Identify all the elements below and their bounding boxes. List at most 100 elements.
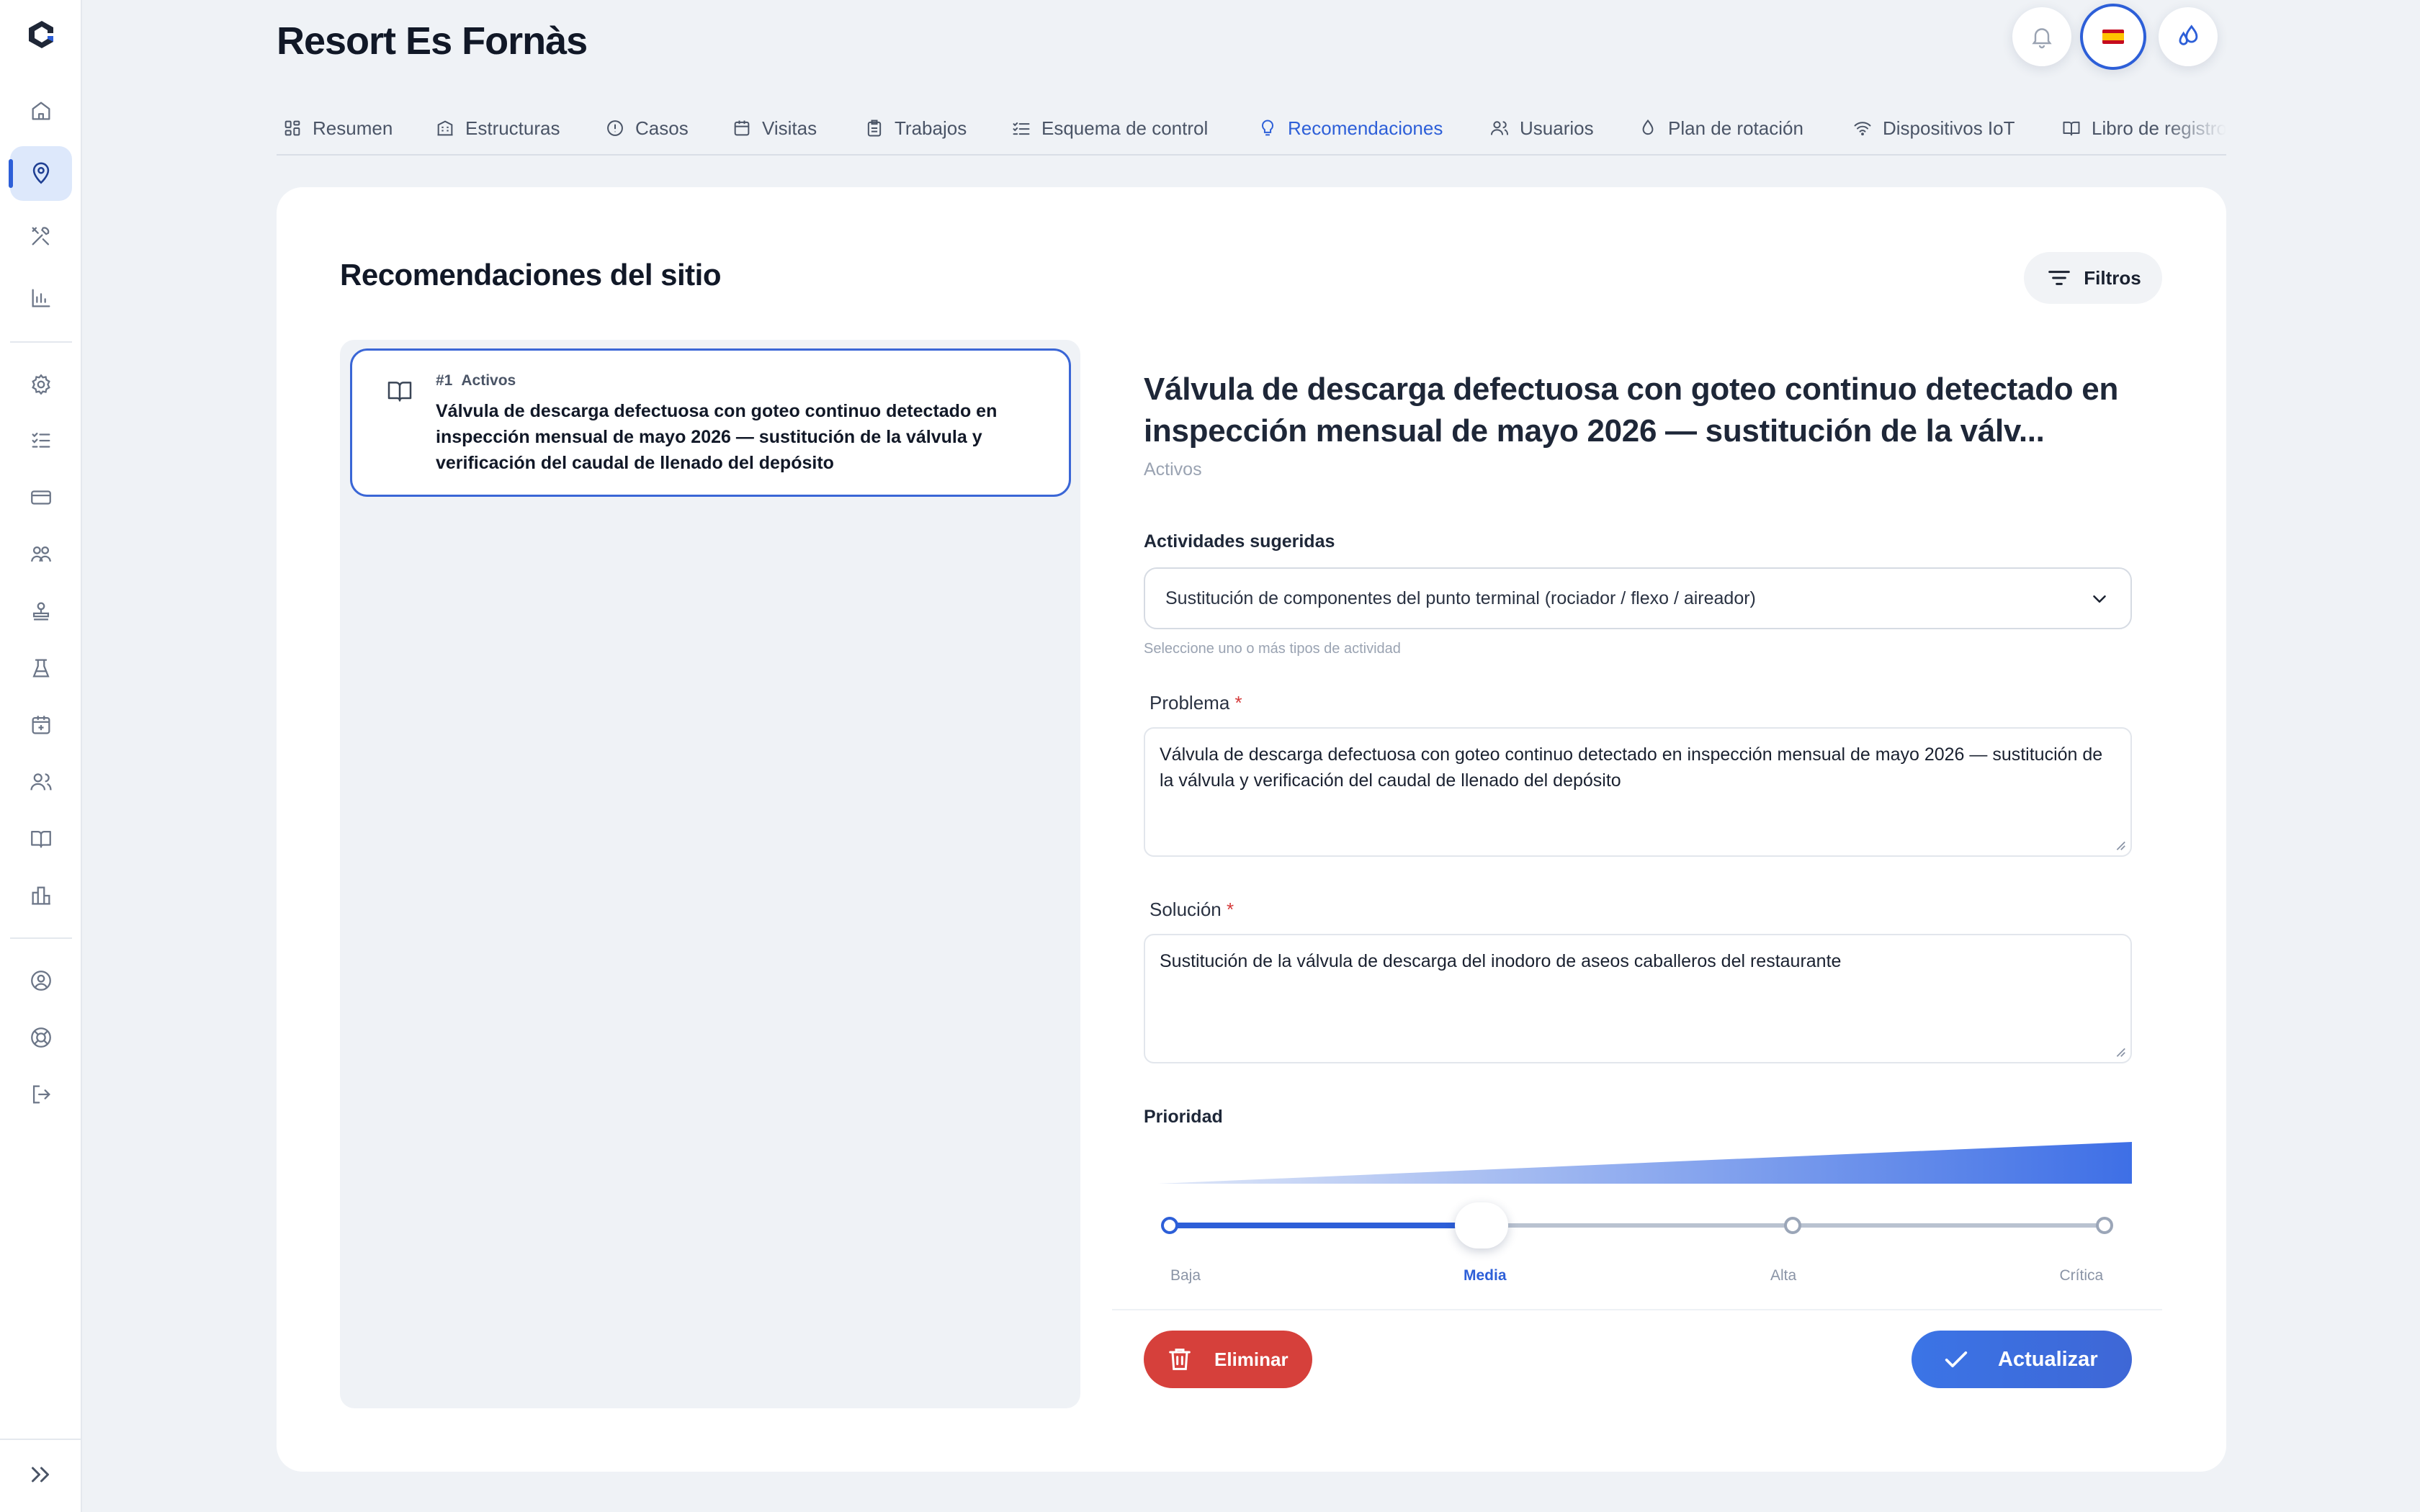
sidebar-item-approvals[interactable]: [10, 584, 72, 639]
tab-label: Usuarios: [1520, 117, 1594, 139]
book-icon: [31, 830, 51, 848]
lightbulb-icon: [1262, 120, 1273, 136]
recommendations-list: [340, 340, 1080, 1408]
recommendation-item[interactable]: #1 Activos Válvula de descarga defectuosa…: [350, 348, 1071, 497]
recommendation-text: Válvula de descarga defectuosa con goteo…: [436, 401, 998, 473]
actions-divider: [1112, 1309, 2162, 1310]
tools-icon: [32, 227, 50, 246]
priority-slider-fill: [1168, 1223, 1482, 1228]
update-button[interactable]: Actualizar: [1912, 1331, 2132, 1388]
tab-recomendaciones[interactable]: Recomendaciones: [1258, 101, 1443, 154]
tab-esquema-de-control[interactable]: Esquema de control: [1011, 101, 1209, 154]
priority-slider-thumb[interactable]: [1454, 1202, 1508, 1248]
tab-label: Visitas: [762, 117, 817, 139]
users-icon: [30, 773, 52, 791]
clipboard-icon: [867, 120, 882, 137]
app-logo[interactable]: [26, 19, 58, 50]
calendar-plus-icon: [32, 716, 50, 734]
filter-lines-icon: [2048, 271, 2071, 285]
team-icon: [31, 546, 51, 562]
activities-hint: Seleccione uno o más tipos de actividad: [1144, 641, 1401, 657]
priority-label-critica: Crítica: [2059, 1267, 2104, 1284]
activities-select[interactable]: Sustitución de componentes del punto ter…: [1144, 567, 2132, 629]
required-mark: *: [1234, 692, 1242, 714]
bell-icon: [2032, 28, 2052, 49]
priority-label-media: Media: [1464, 1267, 1507, 1284]
activities-selected-value: Sustitución de componentes del punto ter…: [1165, 588, 1756, 608]
lifebuoy-icon: [31, 1027, 51, 1048]
sidebar-divider: [10, 341, 72, 343]
check-icon: [1945, 1351, 1968, 1367]
sidebar-item-settings[interactable]: [10, 357, 72, 412]
water-app-button[interactable]: [2159, 7, 2218, 66]
priority-label-alta: Alta: [1770, 1267, 1797, 1284]
detail-title: Válvula de descarga defectuosa con goteo…: [1144, 372, 2119, 449]
tab-usuarios[interactable]: Usuarios: [1489, 101, 1594, 154]
tab-casos[interactable]: Casos: [605, 101, 689, 154]
sidebar-item-lab[interactable]: [10, 641, 72, 696]
logout-icon: [32, 1085, 50, 1104]
site-title: Resort Es Fornàs: [277, 19, 588, 63]
wifi-icon: [1854, 122, 1871, 136]
language-button[interactable]: [2080, 4, 2146, 70]
spain-flag-icon: [2102, 30, 2124, 44]
tab-label: Recomendaciones: [1288, 117, 1443, 139]
priority-stop-critica[interactable]: [2096, 1217, 2113, 1234]
activities-label: Actividades sugeridas: [1144, 531, 1335, 552]
tab-dispositivos-iot[interactable]: Dispositivos IoT: [1852, 101, 2015, 154]
user-circle-icon: [31, 971, 51, 991]
checklist-icon: [32, 432, 50, 448]
problem-textarea[interactable]: Válvula de descarga defectuosa con goteo…: [1144, 727, 2132, 857]
map-pin-icon: [32, 162, 50, 184]
solution-label-text: Solución: [1150, 899, 1222, 920]
sidebar-item-docs[interactable]: [10, 811, 72, 866]
resize-grip-icon[interactable]: [2113, 838, 2126, 851]
priority-gradient-wedge: [1158, 1142, 2132, 1184]
tab-plan-de-rotacion[interactable]: Plan de rotación: [1638, 101, 1803, 154]
update-label: Actualizar: [1998, 1347, 2098, 1371]
sidebar-item-support[interactable]: [10, 1010, 72, 1065]
tab-resumen[interactable]: Resumen: [282, 101, 393, 154]
chevrons-right-icon[interactable]: [27, 1462, 53, 1488]
sidebar-item-profile[interactable]: [10, 953, 72, 1008]
priority-label-baja: Baja: [1170, 1267, 1201, 1284]
tab-label: Casos: [635, 117, 689, 139]
chevron-down-icon: [2093, 595, 2106, 603]
tab-estructuras[interactable]: Estructuras: [435, 101, 560, 154]
sidebar-item-logout[interactable]: [10, 1067, 72, 1122]
sidebar-item-tasks[interactable]: [10, 413, 72, 468]
drop-icon: [1642, 119, 1654, 135]
resize-grip-icon[interactable]: [2113, 1045, 2126, 1058]
card-icon: [31, 490, 51, 505]
list-check-icon: [1013, 122, 1030, 135]
gear-icon: [32, 374, 50, 395]
site-tabs: Resumen Estructuras Casos Visitas Trabaj…: [277, 101, 2226, 156]
sidebar-item-billing[interactable]: [10, 470, 72, 525]
delete-button[interactable]: Eliminar: [1144, 1331, 1312, 1388]
tab-label: Estructuras: [465, 117, 560, 139]
sidebar-item-home[interactable]: [10, 84, 72, 138]
book-open-icon: [387, 382, 412, 402]
section-title: Recomendaciones del sitio: [340, 258, 722, 292]
water-drops-icon: [2179, 24, 2198, 45]
tab-visitas[interactable]: Visitas: [732, 101, 817, 154]
priority-stop-baja[interactable]: [1161, 1217, 1178, 1234]
filters-button[interactable]: Filtros: [2024, 252, 2162, 304]
tab-trabajos[interactable]: Trabajos: [864, 101, 967, 154]
sidebar-item-buildings[interactable]: [10, 868, 72, 923]
sidebar-item-teams[interactable]: [10, 527, 72, 582]
solution-textarea[interactable]: Sustitución de la válvula de descarga de…: [1144, 934, 2132, 1063]
sidebar-footer-divider: [0, 1439, 82, 1440]
home-icon: [32, 102, 50, 120]
notifications-button[interactable]: [2012, 7, 2071, 66]
calendar-icon: [734, 120, 750, 136]
recommendation-meta: #1 Activos: [436, 372, 524, 390]
solution-text: Sustitución de la válvula de descarga de…: [1160, 951, 1842, 971]
sidebar-item-reports[interactable]: [10, 271, 72, 325]
sidebar-item-tools[interactable]: [10, 209, 72, 264]
sidebar-item-sites[interactable]: [9, 146, 72, 201]
sidebar-item-schedule[interactable]: [10, 698, 72, 752]
sidebar-item-users[interactable]: [10, 755, 72, 809]
tab-label: Esquema de control: [1041, 117, 1209, 139]
sidebar-divider: [10, 937, 72, 939]
